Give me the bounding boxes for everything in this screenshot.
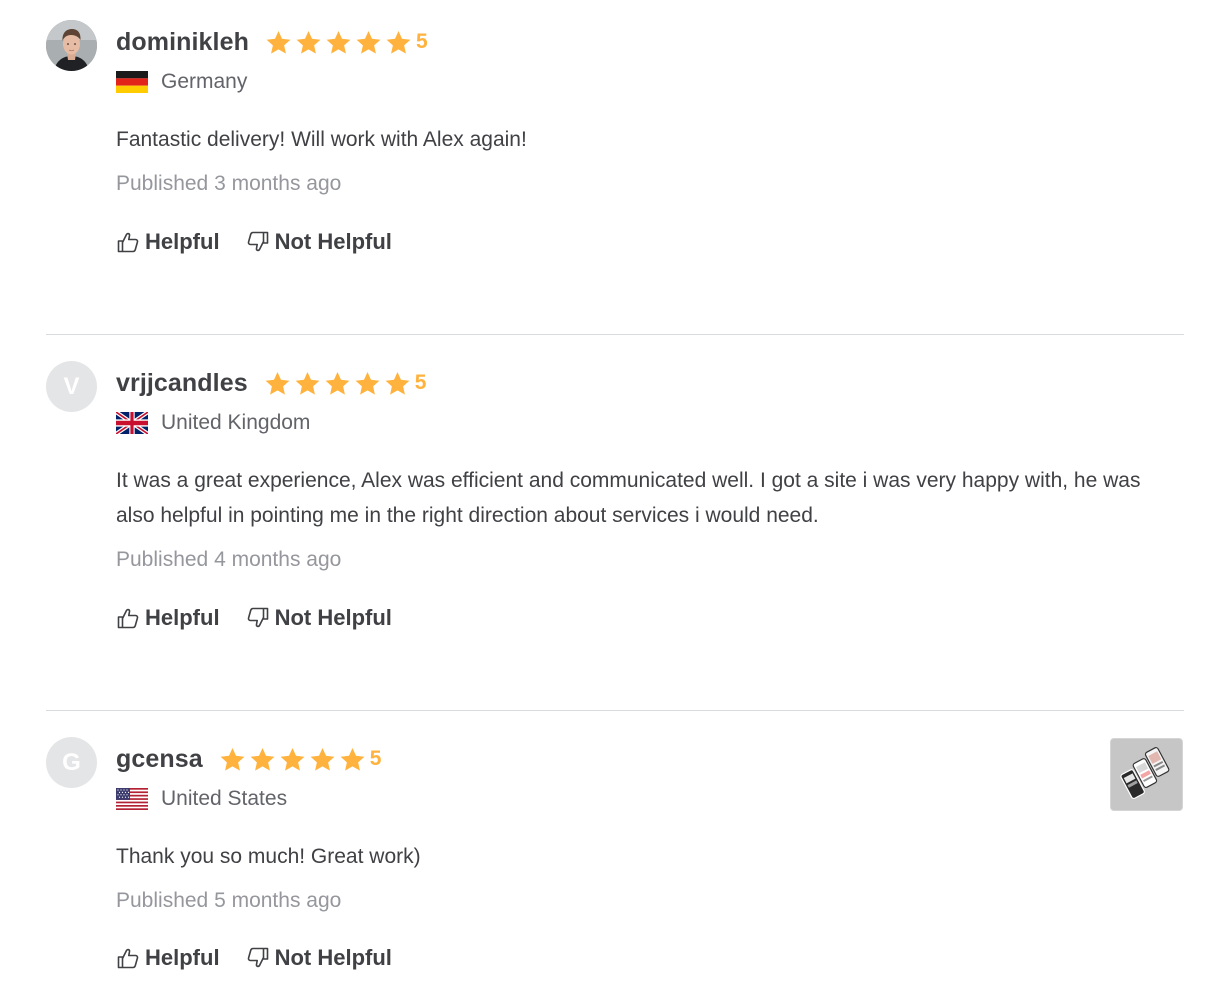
thumbs-up-icon <box>117 608 139 629</box>
star-icon <box>354 370 381 397</box>
reviews-list: dominikleh 5 Germany Fantastic delivery!… <box>0 0 1212 993</box>
helpful-button[interactable]: Helpful <box>116 945 220 971</box>
avatar[interactable]: G <box>46 737 97 788</box>
us-flag-icon <box>116 788 148 810</box>
helpful-button[interactable]: Helpful <box>116 605 220 631</box>
star-icon <box>279 746 306 773</box>
published-date: Published 3 months ago <box>116 172 342 195</box>
star-icon <box>324 370 351 397</box>
published-date: Published 4 months ago <box>116 548 342 571</box>
star-icon <box>384 370 411 397</box>
reviewer-country: United Kingdom <box>116 410 310 436</box>
rating-value: 5 <box>369 747 382 770</box>
star-icon <box>265 29 292 56</box>
star-icon <box>309 746 336 773</box>
thumbs-down-icon <box>247 231 268 252</box>
helpful-button[interactable]: Helpful <box>116 229 220 255</box>
star-icon <box>295 29 322 56</box>
rating-value: 5 <box>414 371 427 394</box>
review-header: dominikleh 5 <box>116 26 428 58</box>
country-name: United Kingdom <box>161 411 311 434</box>
thumbs-down-icon <box>247 947 268 968</box>
germany-flag-icon <box>116 71 148 93</box>
review-comment: It was a great experience, Alex was effi… <box>116 469 1141 527</box>
star-icon <box>339 746 366 773</box>
country-name: Germany <box>161 70 248 93</box>
review-attachment-thumbnail[interactable] <box>1110 738 1183 811</box>
helpful-label: Helpful <box>145 945 220 970</box>
thumbs-up-icon <box>117 232 139 253</box>
star-icon <box>219 746 246 773</box>
review-comment: Fantastic delivery! Will work with Alex … <box>116 128 527 151</box>
star-icon <box>325 29 352 56</box>
not-helpful-button[interactable]: Not Helpful <box>246 229 392 255</box>
review-feedback: Helpful Not Helpful <box>116 943 392 973</box>
thumbs-up-icon <box>117 948 139 969</box>
review-header: gcensa 5 <box>116 743 381 775</box>
star-icon <box>249 746 276 773</box>
helpful-label: Helpful <box>145 605 220 630</box>
star-icon <box>294 370 321 397</box>
not-helpful-label: Not Helpful <box>274 229 392 254</box>
published-date: Published 5 months ago <box>116 889 342 912</box>
reviewer-username[interactable]: vrjjcandles <box>116 369 248 398</box>
reviewer-username[interactable]: dominikleh <box>116 28 249 57</box>
avatar[interactable]: V <box>46 361 97 412</box>
review-feedback: Helpful Not Helpful <box>116 603 392 633</box>
star-icon <box>355 29 382 56</box>
reviewer-country: Germany <box>116 69 247 95</box>
reviewer-username[interactable]: gcensa <box>116 745 203 774</box>
star-icon <box>264 370 291 397</box>
review-divider <box>46 334 1184 335</box>
star-rating: 5 <box>264 370 427 397</box>
not-helpful-label: Not Helpful <box>274 605 392 630</box>
uk-flag-icon <box>116 412 148 434</box>
not-helpful-label: Not Helpful <box>274 945 392 970</box>
rating-value: 5 <box>415 30 428 53</box>
reviewer-country: United States <box>116 786 287 812</box>
not-helpful-button[interactable]: Not Helpful <box>246 945 392 971</box>
avatar[interactable] <box>46 20 97 71</box>
country-name: United States <box>161 787 288 810</box>
star-rating: 5 <box>265 29 428 56</box>
review-comment: Thank you so much! Great work) <box>116 845 421 868</box>
star-icon <box>385 29 412 56</box>
review-feedback: Helpful Not Helpful <box>116 227 392 257</box>
star-rating: 5 <box>219 746 382 773</box>
not-helpful-button[interactable]: Not Helpful <box>246 605 392 631</box>
thumbs-down-icon <box>247 607 268 628</box>
review-divider <box>46 710 1184 711</box>
review-header: vrjjcandles 5 <box>116 367 426 399</box>
helpful-label: Helpful <box>145 229 220 254</box>
